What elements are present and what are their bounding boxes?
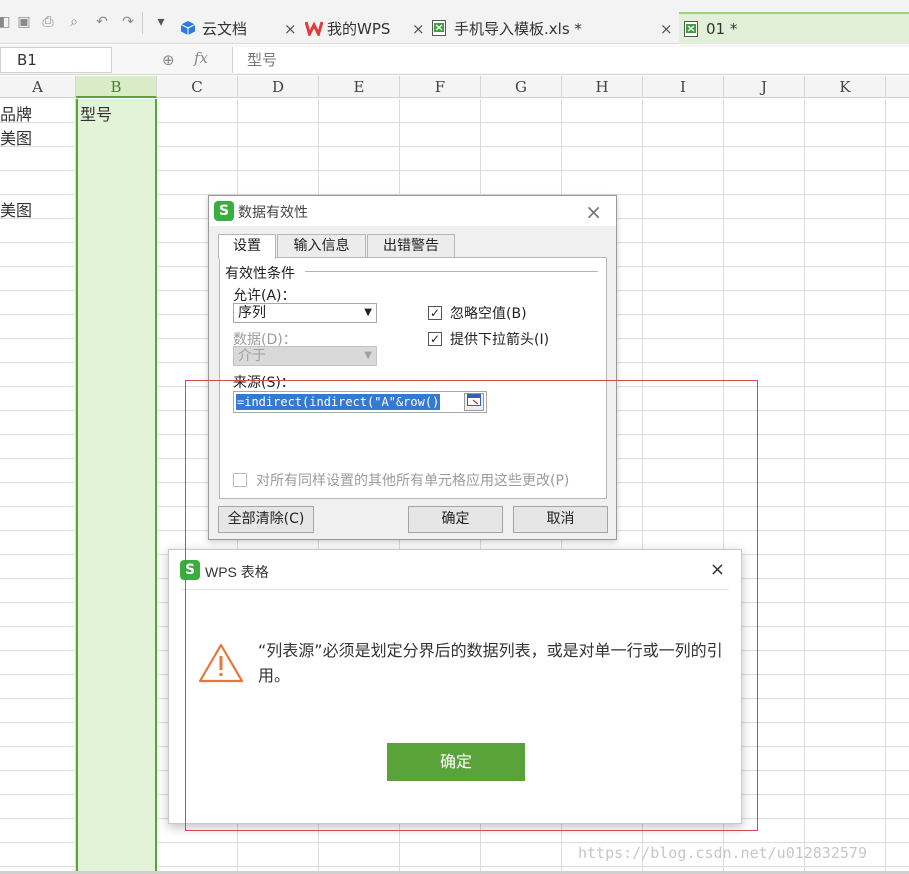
- dropdown-arrow-label: 提供下拉箭头(I): [450, 332, 550, 348]
- chevron-down-icon: ▼: [364, 307, 372, 318]
- tab-label: 手机导入模板.xls *: [454, 19, 582, 38]
- close-tab-icon[interactable]: ×: [284, 20, 297, 38]
- tab-label: 01 *: [706, 20, 738, 38]
- column-header-c[interactable]: C: [157, 76, 238, 98]
- tab-settings[interactable]: 设置: [218, 234, 276, 259]
- column-header-j[interactable]: J: [724, 76, 805, 98]
- wps-spreadsheet-logo-icon: S: [214, 201, 234, 221]
- open-icon[interactable]: ◧: [0, 14, 12, 30]
- settings-panel: 有效性条件 允许(A)： 序列 ▼ 数据(D)： 介于 ▼ ✓ 忽略空值(B) …: [219, 257, 607, 499]
- zoom-icon[interactable]: ⊕: [162, 51, 175, 69]
- cancel-button[interactable]: 取消: [513, 506, 608, 533]
- column-header-k[interactable]: K: [805, 76, 886, 98]
- alert-ok-button[interactable]: 确定: [387, 743, 525, 781]
- tab-label: 我的WPS: [327, 19, 391, 38]
- column-header-a[interactable]: A: [0, 76, 76, 98]
- quick-access-dropdown-icon[interactable]: ▾: [153, 14, 169, 30]
- source-value: =indirect(indirect("A"&row(): [236, 394, 441, 410]
- toolbar-divider: [142, 12, 143, 34]
- ok-button[interactable]: 确定: [408, 506, 503, 533]
- tab-my-wps[interactable]: 我的WPS ×: [304, 12, 429, 44]
- data-select: 介于 ▼: [233, 346, 377, 366]
- alert-message: “列表源”必须是划定分界后的数据列表，或是对单一行或一列的引用。: [258, 641, 723, 685]
- name-box[interactable]: B1: [0, 47, 112, 73]
- column-headers: A B C D E F G H I J K: [0, 76, 909, 98]
- cloud-cube-icon: [180, 20, 196, 36]
- cell-a2[interactable]: 美图: [0, 125, 32, 149]
- column-header-g[interactable]: G: [481, 76, 562, 98]
- undo-icon[interactable]: ↶: [94, 14, 110, 30]
- wps-alert-dialog: S WPS 表格 × “列表源”必须是划定分界后的数据列表，或是对单一行或一列的…: [168, 549, 742, 824]
- allow-select[interactable]: 序列 ▼: [233, 303, 377, 323]
- section-heading: 有效性条件: [225, 266, 295, 282]
- tab-import-template[interactable]: 手机导入模板.xls * ×: [432, 12, 677, 44]
- warning-icon: [197, 642, 245, 688]
- formula-input[interactable]: 型号: [232, 47, 909, 73]
- apply-all-label: 对所有同样设置的其他所有单元格应用这些更改(P): [256, 473, 570, 489]
- chevron-down-icon: ▼: [364, 350, 372, 361]
- column-header-d[interactable]: D: [238, 76, 319, 98]
- save-icon[interactable]: ▣: [16, 14, 32, 30]
- close-icon[interactable]: ×: [585, 200, 602, 224]
- gridline: [804, 99, 805, 874]
- data-validation-dialog: S 数据有效性 × 设置 输入信息 出错警告 有效性条件 允许(A)： 序列 ▼…: [208, 195, 617, 540]
- cell-a1[interactable]: 品牌: [0, 101, 32, 125]
- allow-value: 序列: [238, 305, 266, 321]
- gridline: [75, 99, 76, 874]
- title-bar: ◧ ▣ ⎙ ⌕ ↶ ↷ ▾ 云文档 × 我的WPS × 手机导入模板.xls *…: [0, 0, 909, 44]
- watermark: https://blog.csdn.net/u012832579: [578, 844, 867, 862]
- spreadsheet-file-icon: [432, 20, 448, 36]
- range-picker-button[interactable]: [464, 393, 484, 411]
- print-icon[interactable]: ⎙: [40, 14, 56, 30]
- alert-title: WPS 表格: [205, 564, 269, 580]
- tab-error-alert[interactable]: 出错警告: [367, 234, 455, 258]
- apply-all-checkbox: [233, 473, 247, 487]
- tab-01-active[interactable]: 01 *: [679, 12, 909, 44]
- redo-icon[interactable]: ↷: [120, 14, 136, 30]
- tab-cloud-docs[interactable]: 云文档 ×: [180, 12, 304, 44]
- data-value: 介于: [238, 348, 266, 364]
- close-tab-icon[interactable]: ×: [412, 20, 425, 38]
- column-header-h[interactable]: H: [562, 76, 643, 98]
- fx-icon[interactable]: fx: [194, 49, 208, 67]
- clear-all-button[interactable]: 全部清除(C): [218, 506, 314, 533]
- range-picker-icon: [467, 394, 481, 406]
- cell-a5[interactable]: 美图: [0, 197, 32, 221]
- alert-divider: [181, 589, 729, 590]
- source-label: 来源(S)：: [233, 375, 295, 391]
- wps-logo-icon: [304, 20, 324, 39]
- column-header-f[interactable]: F: [400, 76, 481, 98]
- allow-label: 允许(A)：: [233, 288, 296, 304]
- selected-column-b[interactable]: [76, 99, 157, 874]
- dialog-titlebar: S 数据有效性 ×: [209, 196, 616, 226]
- close-icon[interactable]: ×: [710, 559, 725, 580]
- formula-bar: B1 ⊕ fx 型号: [0, 45, 909, 75]
- spreadsheet-file-icon: [684, 21, 700, 37]
- ignore-blank-label: 忽略空值(B): [450, 306, 527, 322]
- source-input[interactable]: =indirect(indirect("A"&row(): [233, 391, 487, 413]
- section-divider: [305, 271, 598, 272]
- cell-b1[interactable]: 型号: [80, 101, 112, 125]
- close-tab-icon[interactable]: ×: [660, 20, 673, 38]
- column-header-b[interactable]: B: [76, 76, 157, 98]
- column-header-e[interactable]: E: [319, 76, 400, 98]
- dialog-title: 数据有效性: [238, 205, 308, 221]
- column-header-i[interactable]: I: [643, 76, 724, 98]
- tab-label: 云文档: [202, 19, 248, 38]
- tab-input-message[interactable]: 输入信息: [277, 234, 366, 258]
- wps-spreadsheet-logo-icon: S: [180, 560, 200, 580]
- gridline: [885, 99, 886, 874]
- ignore-blank-checkbox[interactable]: ✓: [428, 306, 442, 320]
- print-preview-icon[interactable]: ⌕: [66, 14, 82, 30]
- dropdown-arrow-checkbox[interactable]: ✓: [428, 332, 442, 346]
